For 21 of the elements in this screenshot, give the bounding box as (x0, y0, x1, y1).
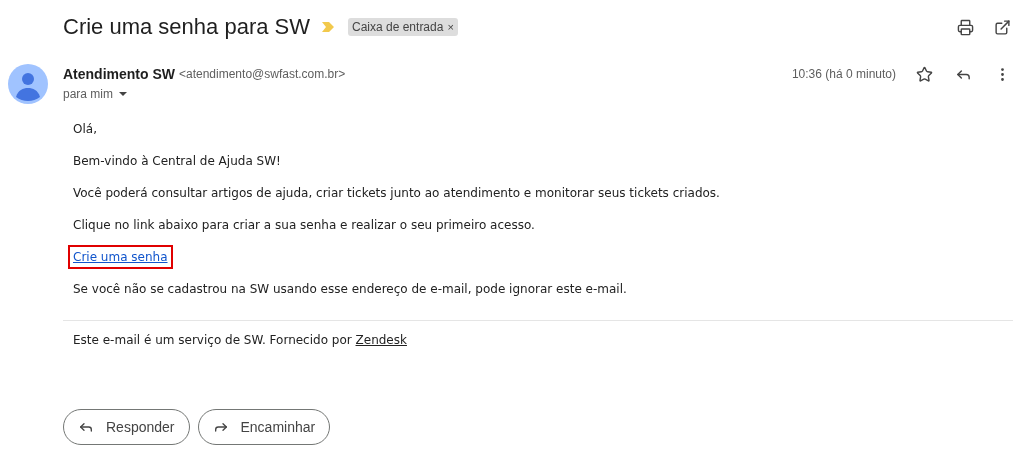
recipient-dropdown[interactable]: para mim (63, 84, 127, 104)
sender-name: Atendimento SW (63, 64, 175, 84)
footer-text: Este e-mail é um serviço de SW. Fornecido por Zendesk (73, 332, 408, 349)
open-in-new-window-icon[interactable] (994, 18, 1011, 36)
zendesk-link[interactable]: Zendesk (355, 333, 407, 347)
body-paragraph: Bem-vindo à Central de Ajuda SW! (73, 153, 282, 170)
body-paragraph: Olá, (73, 121, 98, 138)
avatar-icon (8, 64, 48, 104)
star-icon[interactable] (916, 65, 933, 83)
sender-email: <atendimento@swfast.com.br> (179, 66, 346, 83)
remove-label-button[interactable]: × (447, 21, 454, 33)
body-paragraph: Clique no link abaixo para criar a sua senha e realizar o seu primeiro acesso. (73, 217, 536, 234)
create-password-link[interactable]: Crie uma senha (68, 245, 173, 269)
body-paragraph: Se você não se cadastrou na SW usando esse endereço de e-mail, pode ignorar este e-mail. (73, 281, 628, 298)
email-subject: Crie uma senha para SW (63, 13, 310, 41)
print-icon[interactable] (957, 18, 974, 36)
importance-marker-icon (322, 22, 334, 32)
body-paragraph: Você poderá consultar artigos de ajuda, criar tickets junto ao atendimento e monitorar seus tickets criados. (73, 185, 721, 202)
caret-icon (119, 92, 127, 96)
received-time: 10:36 (há 0 minuto) (791, 66, 896, 83)
label-text: Caixa de entrada (352, 19, 444, 36)
